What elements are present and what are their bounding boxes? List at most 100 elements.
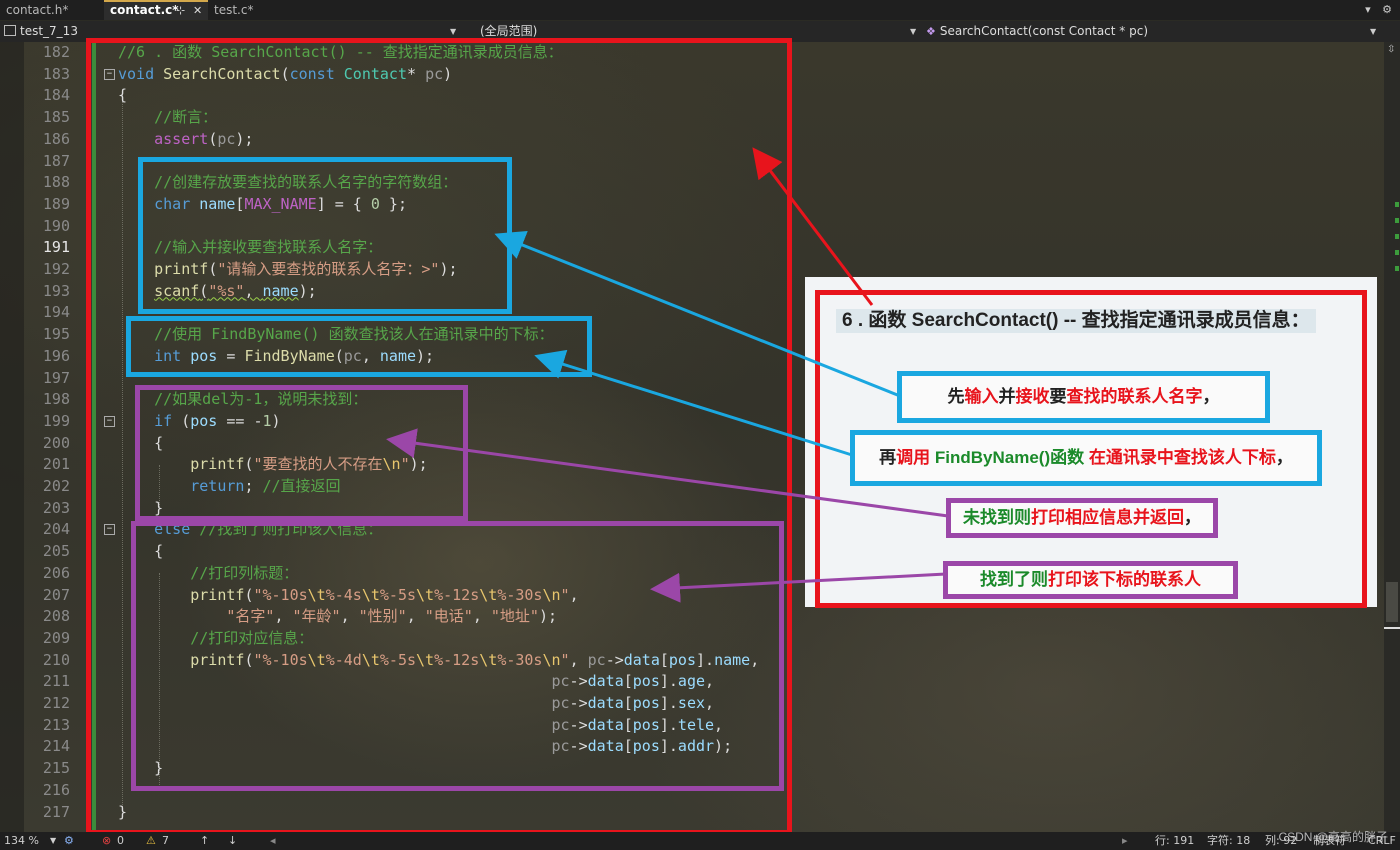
tab-label: contact.h*: [6, 3, 69, 17]
line-number: 201: [42, 455, 70, 474]
line-number: 211: [42, 672, 70, 691]
line-number: 213: [42, 715, 70, 734]
annotation-found: 找到了则打印该下标的联系人: [943, 561, 1238, 599]
annotation-text: 并: [998, 387, 1016, 406]
zoom-level[interactable]: 134 %: [4, 832, 39, 850]
function-icon: ❖: [926, 25, 936, 38]
annotation-text: ，: [1275, 448, 1293, 467]
tab-label: test.c*: [214, 3, 254, 17]
line-number: 194: [42, 303, 70, 322]
warning-count: 7: [162, 834, 169, 847]
chevron-down-icon: ▼: [1370, 27, 1377, 36]
change-marker: [1395, 218, 1399, 223]
project-icon: [4, 25, 16, 36]
annotation-not-found: 未找到则打印相应信息并返回，: [946, 498, 1218, 538]
line-number: 188: [42, 173, 70, 192]
line-number: 195: [42, 325, 70, 344]
not-found-highlight-box: [135, 385, 468, 521]
tab-bar: contact.h* contact.c* ⊹ ✕ test.c* ▾ ⚙: [0, 0, 1400, 20]
line-number: 203: [42, 498, 70, 517]
change-marker: [1395, 250, 1399, 255]
tab-contact-h[interactable]: contact.h*: [0, 0, 104, 20]
arrow-up-icon[interactable]: ↑: [200, 832, 209, 850]
change-marker: [1395, 202, 1399, 207]
warning-icon[interactable]: ⚠: [146, 832, 156, 850]
scroll-thumb[interactable]: [1386, 582, 1398, 622]
line-number: 199: [42, 411, 70, 430]
annotation-text: ，: [1184, 508, 1201, 527]
annotation-highlight: 在通讯录中查找该人下标: [1088, 448, 1276, 467]
annotation-highlight: 查找的联系人名字: [1066, 387, 1203, 406]
annotation-findbyname: 再调用 FindByName()函数 在通讯录中查找该人下标，: [850, 430, 1322, 486]
line-number: 191: [42, 238, 70, 257]
scope-label: (全局范围): [480, 24, 538, 38]
line-number: 192: [42, 260, 70, 278]
panel-title: 6 . 函数 SearchContact() -- 查找指定通讯录成员信息：: [836, 309, 1316, 333]
close-icon[interactable]: ✕: [193, 2, 202, 19]
line-number: 186: [42, 129, 70, 148]
line-number: 182: [42, 43, 70, 61]
annotation-text: 先: [947, 387, 965, 406]
line-number: 207: [42, 585, 70, 604]
line-number: 216: [42, 780, 70, 799]
line-number: 217: [42, 802, 70, 821]
line-number: 197: [42, 368, 70, 387]
line-number: 214: [42, 737, 70, 756]
line-number: 185: [42, 108, 70, 127]
line-number: 198: [42, 390, 70, 409]
line-number: 190: [42, 216, 70, 235]
function-dropdown[interactable]: ❖ SearchContact(const Contact * pc) ▼: [926, 21, 1376, 42]
caret-position-marker: [1384, 627, 1400, 629]
line-number: 215: [42, 759, 70, 778]
vertical-scrollbar[interactable]: ⇳: [1384, 42, 1400, 832]
line-number: 196: [42, 346, 70, 365]
scroll-left-icon[interactable]: ◂: [270, 832, 276, 850]
annotation-text: 要: [1049, 387, 1067, 406]
error-icon[interactable]: ⊗: [102, 832, 111, 850]
annotation-highlight: 调用: [896, 448, 931, 467]
watermark: CSDN @高高的胖子: [1278, 830, 1388, 844]
line-number: 208: [42, 607, 70, 626]
chevron-down-icon: ▼: [910, 27, 917, 36]
function-label: SearchContact(const Contact * pc): [939, 24, 1148, 38]
annotation-text: 再: [879, 448, 897, 467]
annotation-green: FindByName()函数: [930, 448, 1089, 467]
annotation-green: 未找到则: [963, 508, 1031, 527]
line-number: 206: [42, 563, 70, 582]
tab-test-c[interactable]: test.c*: [208, 0, 290, 20]
line-number: 204: [42, 520, 70, 539]
line-indicator: 行: 191: [1155, 834, 1195, 847]
tab-label: contact.c*: [110, 3, 179, 17]
pin-icon[interactable]: ⊹: [176, 2, 185, 19]
health-icon[interactable]: ⚙: [64, 832, 74, 850]
line-number: 183: [42, 64, 70, 83]
char-indicator: 字符: 18: [1207, 834, 1251, 847]
annotation-highlight: 打印相应信息并返回: [1031, 508, 1184, 527]
line-number: 209: [42, 628, 70, 647]
line-number: 193: [42, 281, 70, 300]
scroll-split-icon[interactable]: ⇳: [1387, 44, 1395, 55]
line-number: 187: [42, 151, 70, 170]
arrow-down-icon[interactable]: ↓: [228, 832, 237, 850]
annotation-highlight: 接收: [1015, 387, 1050, 406]
error-count: 0: [117, 834, 124, 847]
line-number: 202: [42, 477, 70, 495]
scroll-right-icon[interactable]: ▸: [1122, 832, 1128, 850]
line-number: 189: [42, 194, 70, 213]
change-marker: [1395, 266, 1399, 271]
annotation-green: 找到了则: [980, 570, 1048, 589]
line-number: 200: [42, 433, 70, 452]
tab-overflow-controls[interactable]: ▾ ⚙: [1365, 0, 1396, 20]
input-highlight-box: [138, 157, 512, 314]
project-label: test_7_13: [20, 24, 78, 38]
chevron-down-icon[interactable]: ▼: [50, 832, 56, 850]
annotation-highlight: 打印该下标的联系人: [1048, 570, 1201, 589]
change-marker: [1395, 234, 1399, 239]
tab-contact-c[interactable]: contact.c* ⊹ ✕: [104, 0, 208, 20]
line-number: 212: [42, 694, 70, 712]
annotation-text: ，: [1202, 387, 1220, 406]
status-bar: 134 % ▼ ⚙ ⊗ 0 ⚠ 7 ↑ ↓ ◂ ▸ 行: 191 字符: 18 …: [0, 832, 1400, 850]
findbyname-highlight-box: [126, 316, 592, 377]
line-number: 184: [42, 86, 70, 105]
annotation-highlight: 输入: [964, 387, 999, 406]
